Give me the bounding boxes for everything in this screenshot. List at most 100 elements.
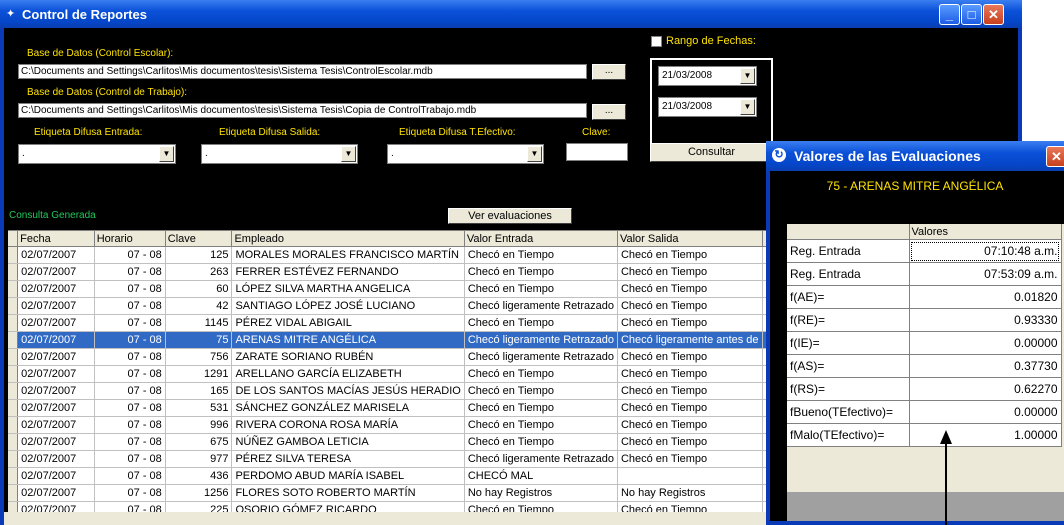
table-cell[interactable]: Checó en Tiempo xyxy=(464,365,618,383)
db-work-path-input[interactable]: C:\Documents and Settings\Carlitos\Mis d… xyxy=(18,103,587,118)
table-cell[interactable]: 07 - 08 xyxy=(94,416,166,434)
value-cell[interactable]: 07:10:48 a.m. xyxy=(909,239,1062,263)
value-cell[interactable]: 0.01820 xyxy=(909,285,1062,309)
value-row[interactable]: fMalo(TEfectivo)= 1.00000 xyxy=(787,423,1062,447)
salida-select[interactable]: . ▼ xyxy=(201,144,358,164)
db-work-browse-button[interactable]: ... xyxy=(592,104,626,120)
table-cell[interactable]: Checó en Tiempo xyxy=(464,416,618,434)
clave-input[interactable] xyxy=(566,143,628,161)
row-selector[interactable] xyxy=(8,382,19,400)
value-cell[interactable]: 07:53:09 a.m. xyxy=(909,262,1062,286)
table-cell[interactable]: 02/07/2007 xyxy=(17,450,95,468)
value-cell[interactable]: 0.00000 xyxy=(909,400,1062,424)
table-cell[interactable]: 07 - 08 xyxy=(94,348,166,366)
table-cell[interactable]: No hay Registros xyxy=(617,484,763,502)
table-cell[interactable]: Checó ligeramente antes de xyxy=(617,331,763,349)
table-cell[interactable]: 02/07/2007 xyxy=(17,297,95,315)
table-cell[interactable]: Checó en Tiempo xyxy=(617,348,763,366)
dialog-title-bar[interactable]: ↻ Valores de las Evaluaciones ✕ xyxy=(766,141,1064,171)
table-cell[interactable]: Checó ligeramente Retrazado xyxy=(464,297,618,315)
value-cell[interactable]: 0.00000 xyxy=(909,331,1062,355)
value-cell[interactable]: 0.93330 xyxy=(909,308,1062,332)
table-cell[interactable]: Checó en Tiempo xyxy=(617,365,763,383)
table-cell[interactable]: 02/07/2007 xyxy=(17,348,95,366)
table-cell[interactable]: 02/07/2007 xyxy=(17,416,95,434)
table-cell[interactable]: 02/07/2007 xyxy=(17,280,95,298)
table-cell[interactable]: Checó en Tiempo xyxy=(617,297,763,315)
column-header[interactable]: Valor Entrada xyxy=(464,231,618,247)
row-selector[interactable] xyxy=(8,263,19,281)
table-cell[interactable]: 60 xyxy=(165,280,233,298)
table-cell[interactable]: 125 xyxy=(165,246,233,264)
table-cell[interactable]: Checó en Tiempo xyxy=(617,263,763,281)
table-cell[interactable]: 02/07/2007 xyxy=(17,433,95,451)
value-row[interactable]: Reg. Entrada 07:10:48 a.m. xyxy=(787,239,1062,263)
row-selector[interactable] xyxy=(8,348,19,366)
table-cell[interactable]: FLORES SOTO ROBERTO MARTÍN xyxy=(231,484,465,502)
table-cell[interactable]: PERDOMO ABUD MARÍA ISABEL xyxy=(231,467,465,485)
dialog-close-button[interactable]: ✕ xyxy=(1046,146,1064,167)
table-cell[interactable]: 07 - 08 xyxy=(94,467,166,485)
value-row[interactable]: Reg. Entrada 07:53:09 a.m. xyxy=(787,262,1062,286)
table-cell[interactable]: 42 xyxy=(165,297,233,315)
table-cell[interactable]: Checó en Tiempo xyxy=(464,382,618,400)
table-cell[interactable]: MORALES MORALES FRANCISCO MARTÍN xyxy=(231,246,465,264)
table-cell[interactable]: 977 xyxy=(165,450,233,468)
db-school-path-input[interactable]: C:\Documents and Settings\Carlitos\Mis d… xyxy=(18,64,587,79)
table-cell[interactable]: 07 - 08 xyxy=(94,450,166,468)
chevron-down-icon[interactable]: ▼ xyxy=(740,68,755,84)
row-selector[interactable] xyxy=(8,467,19,485)
table-cell[interactable]: SANTIAGO LÓPEZ JOSÉ LUCIANO xyxy=(231,297,465,315)
row-selector[interactable] xyxy=(8,450,19,468)
table-cell[interactable]: 07 - 08 xyxy=(94,280,166,298)
table-cell[interactable]: Checó en Tiempo xyxy=(617,433,763,451)
date-range-checkbox[interactable] xyxy=(651,36,662,47)
table-cell[interactable]: FERRER ESTÉVEZ FERNANDO xyxy=(231,263,465,281)
table-cell[interactable]: Checó ligeramente Retrazado xyxy=(464,450,618,468)
values-grid[interactable]: Valores Reg. Entrada 07:10:48 a.m. Reg. En… xyxy=(787,224,1064,492)
table-cell[interactable]: 02/07/2007 xyxy=(17,399,95,417)
table-cell[interactable]: 07 - 08 xyxy=(94,382,166,400)
table-cell[interactable]: Checó ligeramente Retrazado xyxy=(464,348,618,366)
table-cell[interactable]: ARELLANO GARCÍA ELIZABETH xyxy=(231,365,465,383)
table-cell[interactable]: 675 xyxy=(165,433,233,451)
table-cell[interactable]: 07 - 08 xyxy=(94,484,166,502)
title-bar[interactable]: ✦ Control de Reportes _ □ ✕ xyxy=(0,0,1022,28)
row-selector[interactable] xyxy=(8,314,19,332)
date-to-picker[interactable]: 21/03/2008 ▼ xyxy=(658,97,757,117)
table-cell[interactable]: 07 - 08 xyxy=(94,433,166,451)
value-row[interactable]: f(AE)= 0.01820 xyxy=(787,285,1062,309)
table-cell[interactable]: 1256 xyxy=(165,484,233,502)
minimize-button[interactable]: _ xyxy=(939,4,960,25)
table-cell[interactable]: Checó en Tiempo xyxy=(464,263,618,281)
column-header[interactable]: Empleado xyxy=(231,231,465,247)
value-row[interactable]: f(AS)= 0.37730 xyxy=(787,354,1062,378)
table-cell[interactable]: Checó en Tiempo xyxy=(617,246,763,264)
table-cell[interactable]: Checó en Tiempo xyxy=(464,280,618,298)
table-cell[interactable]: RIVERA CORONA ROSA MARÍA xyxy=(231,416,465,434)
table-cell[interactable]: Checó en Tiempo xyxy=(464,246,618,264)
table-cell[interactable]: 02/07/2007 xyxy=(17,246,95,264)
table-cell[interactable]: PÉREZ SILVA TERESA xyxy=(231,450,465,468)
row-selector[interactable] xyxy=(8,365,19,383)
table-cell[interactable]: Checó en Tiempo xyxy=(464,314,618,332)
row-selector[interactable] xyxy=(8,433,19,451)
chevron-down-icon[interactable]: ▼ xyxy=(341,146,356,162)
date-from-picker[interactable]: 21/03/2008 ▼ xyxy=(658,66,757,86)
table-cell[interactable]: 07 - 08 xyxy=(94,246,166,264)
table-cell[interactable]: Checó en Tiempo xyxy=(617,280,763,298)
efectivo-select[interactable]: . ▼ xyxy=(387,144,544,164)
table-cell[interactable]: 531 xyxy=(165,399,233,417)
table-cell[interactable]: CHECÓ MAL xyxy=(464,467,618,485)
table-cell[interactable]: ZARATE SORIANO RUBÉN xyxy=(231,348,465,366)
row-selector[interactable] xyxy=(8,280,19,298)
table-cell[interactable]: 756 xyxy=(165,348,233,366)
table-cell[interactable]: NÚÑEZ GAMBOA LETICIA xyxy=(231,433,465,451)
row-selector[interactable] xyxy=(8,399,19,417)
table-cell[interactable]: 1145 xyxy=(165,314,233,332)
db-school-browse-button[interactable]: ... xyxy=(592,64,626,80)
row-selector[interactable] xyxy=(8,331,19,349)
table-cell[interactable]: Checó ligeramente Retrazado xyxy=(464,331,618,349)
value-cell[interactable]: 0.37730 xyxy=(909,354,1062,378)
column-header[interactable]: Valor Salida xyxy=(617,231,763,247)
